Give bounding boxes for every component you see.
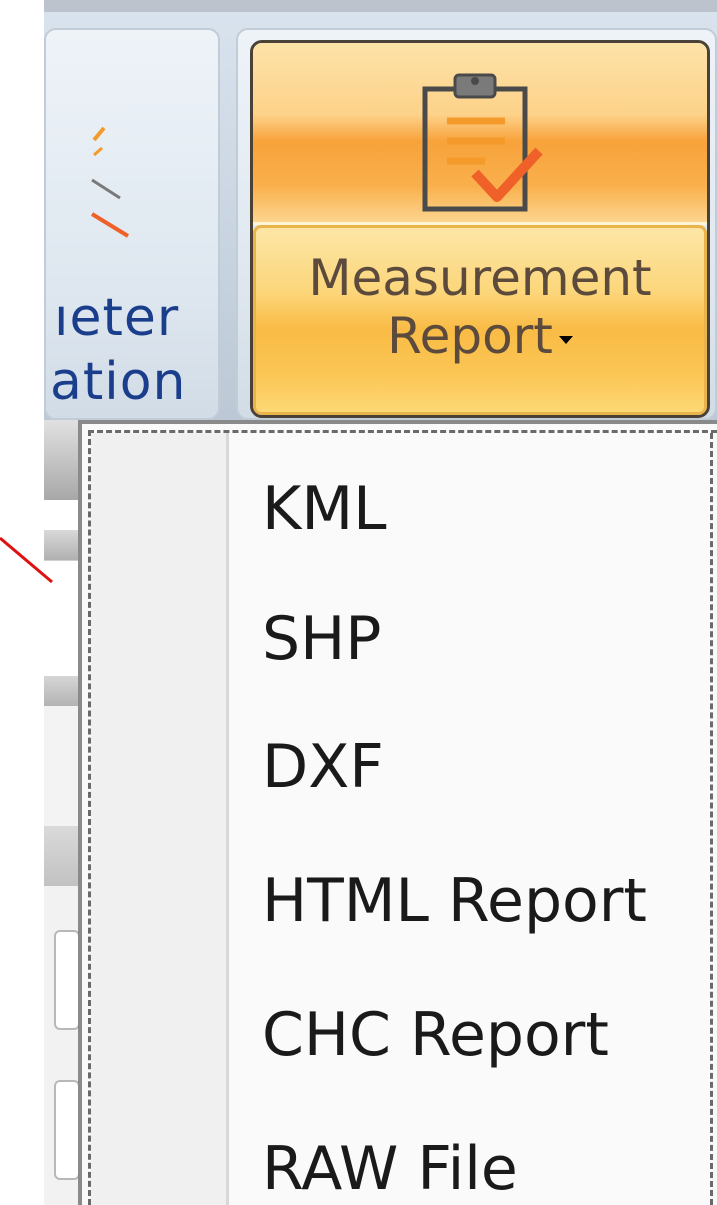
measurement-report-label-line1: Measurement [308,249,652,307]
menu-item-chc-report[interactable]: CHC Report [262,1000,609,1070]
menu-item-kml[interactable]: KML [262,474,387,544]
background-left [0,0,44,1205]
background-control [54,930,80,1030]
measurement-report-button[interactable]: Measurement Report [250,40,710,418]
dropdown-caret-icon [558,335,573,344]
menu-item-html-report[interactable]: HTML Report [262,866,647,936]
param-label-line2: ation [50,352,187,412]
parameter-calculation-button[interactable]: ıeter ation [44,28,220,420]
measurement-report-label-line2: Report [253,311,707,361]
parameter-icon [90,126,130,238]
menu-icon-gutter [91,433,229,1205]
menu-focus-border-right [710,433,713,1205]
measurement-report-icon-area[interactable] [253,43,707,225]
menu-item-dxf[interactable]: DXF [262,732,384,802]
menu-item-raw-file[interactable]: RAW File [262,1134,518,1204]
clipboard-check-icon [422,73,543,212]
measurement-report-dropdown-menu: KML SHP DXF HTML Report CHC Report RAW F… [78,420,717,1205]
annotation-line [0,536,53,584]
menu-item-shp[interactable]: SHP [262,604,381,674]
param-label-line1: ıeter [54,288,180,348]
background-control [54,1080,80,1180]
